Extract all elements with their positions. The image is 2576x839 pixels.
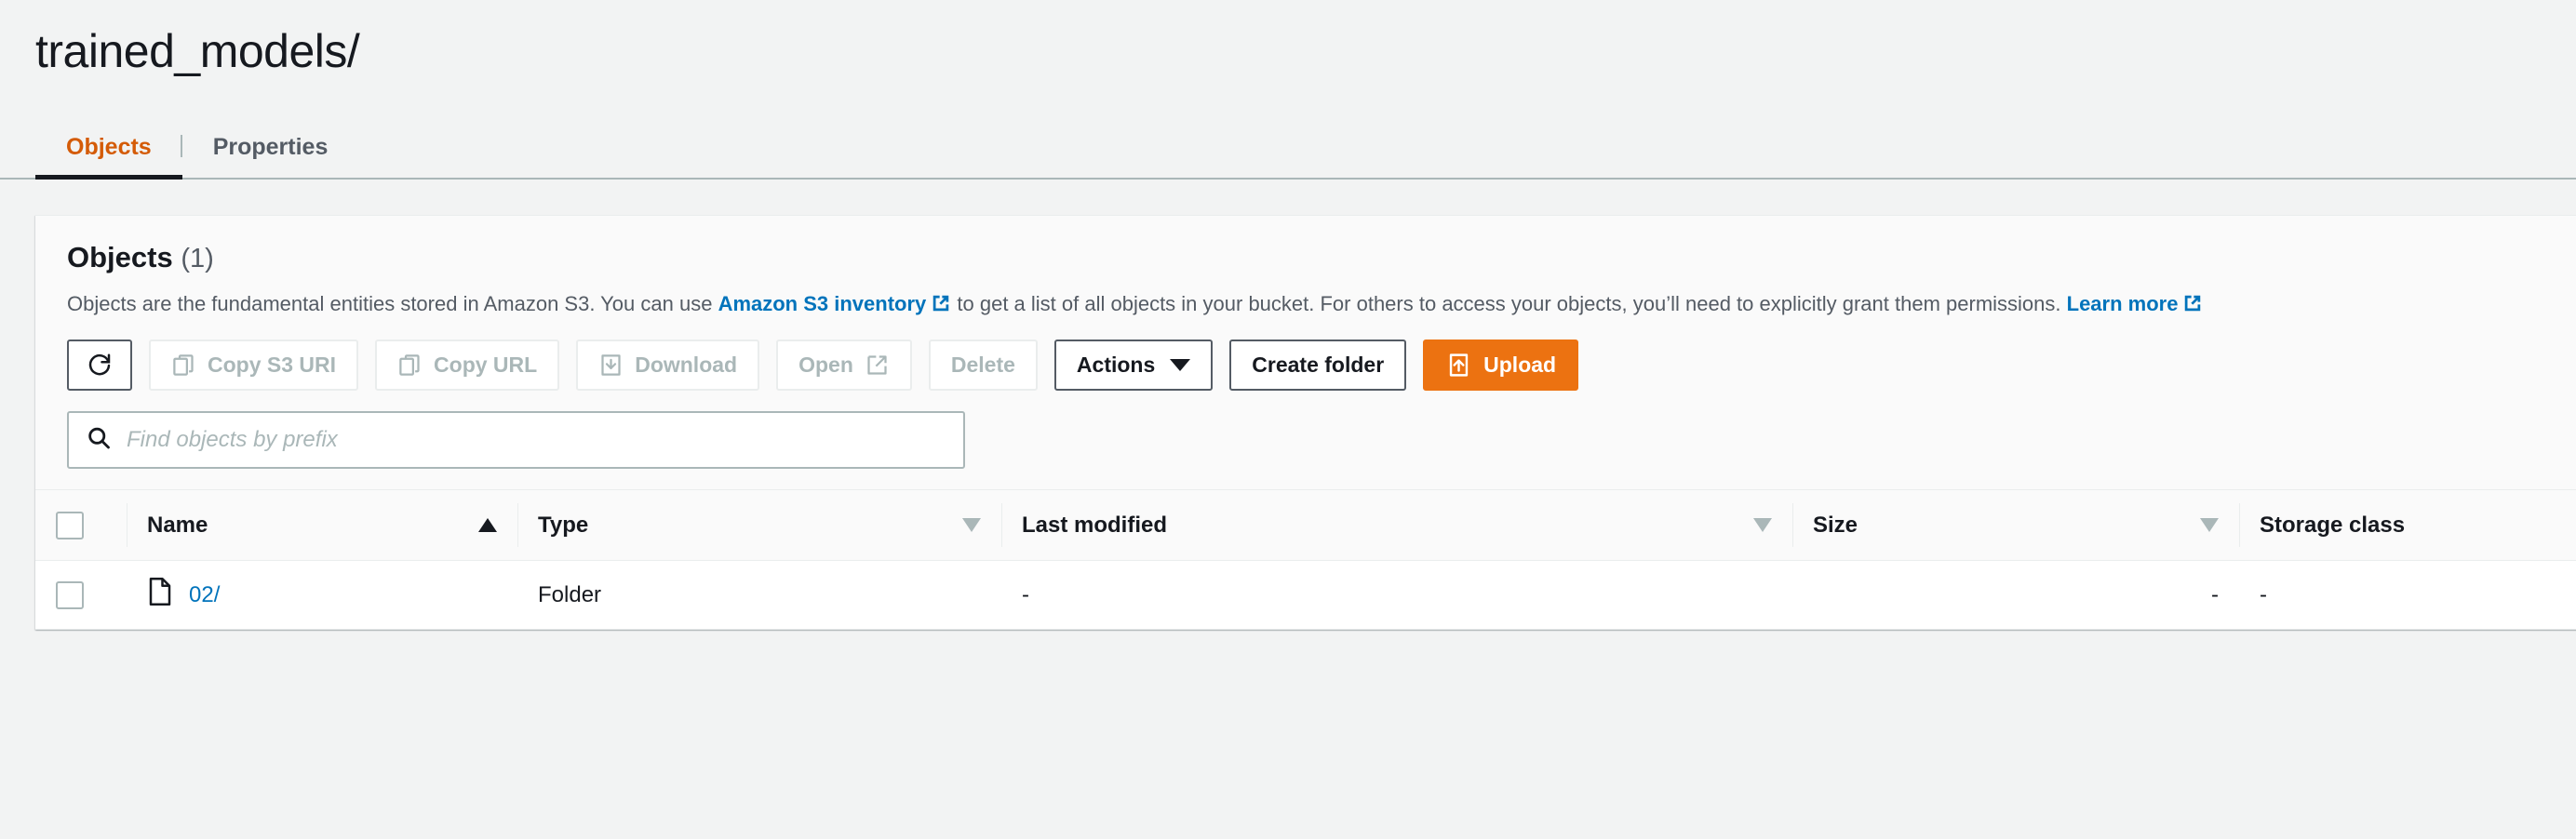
table-header-row: Name Type Last modified Size Storage cla…: [35, 489, 2576, 562]
copy-icon: [397, 353, 423, 378]
external-link-icon: [2182, 292, 2203, 322]
actions-label: Actions: [1076, 353, 1156, 378]
copy-s3-uri-button[interactable]: Copy S3 URI: [149, 340, 359, 392]
select-all-header: [35, 489, 127, 562]
copy-icon: [171, 353, 196, 378]
copy-url-label: Copy URL: [434, 353, 538, 378]
row-select-cell: [35, 560, 127, 631]
objects-count: (1): [181, 243, 214, 273]
sort-descending-icon: [1753, 518, 1772, 533]
objects-description: Objects are the fundamental entities sto…: [67, 289, 2572, 322]
column-header-storage-class-label: Storage class: [2260, 512, 2406, 538]
tab-bar: Objects Properties: [0, 126, 2576, 180]
sort-ascending-icon: [478, 518, 497, 533]
tab-objects-label: Objects: [66, 133, 152, 160]
column-header-type[interactable]: Type: [517, 489, 1001, 562]
table-row: 02/ Folder - - -: [35, 560, 2576, 631]
row-checkbox[interactable]: [56, 580, 84, 609]
tab-objects[interactable]: Objects: [35, 126, 182, 180]
search-container: [67, 411, 965, 470]
column-header-name[interactable]: Name: [127, 489, 517, 562]
search-input[interactable]: [67, 411, 965, 470]
objects-heading: Objects (1): [67, 240, 2572, 275]
external-link-icon: [865, 353, 890, 378]
column-header-storage-class[interactable]: Storage class: [2239, 489, 2576, 562]
upload-button[interactable]: Upload: [1423, 340, 1579, 392]
row-storage-class-cell: -: [2239, 560, 2576, 631]
row-last-modified-cell: -: [1001, 560, 1792, 631]
tab-active-underline: [35, 174, 182, 180]
upload-icon: [1445, 352, 1472, 379]
copy-url-button[interactable]: Copy URL: [375, 340, 560, 392]
learn-more-link[interactable]: Learn more: [2067, 292, 2179, 315]
objects-table-body: 02/ Folder - - -: [35, 560, 2576, 631]
tab-properties[interactable]: Properties: [182, 126, 359, 178]
folder-icon: [147, 578, 173, 612]
download-label: Download: [635, 353, 738, 378]
select-all-checkbox[interactable]: [56, 511, 84, 539]
copy-s3-uri-label: Copy S3 URI: [208, 353, 337, 378]
download-button[interactable]: Download: [576, 340, 760, 392]
column-header-size[interactable]: Size: [1792, 489, 2239, 562]
delete-label: Delete: [950, 353, 1015, 378]
delete-button[interactable]: Delete: [928, 340, 1038, 392]
open-button[interactable]: Open: [776, 340, 912, 392]
upload-label: Upload: [1483, 353, 1557, 378]
external-link-icon: [931, 292, 951, 322]
row-type-cell: Folder: [517, 560, 1001, 631]
column-header-last-modified-label: Last modified: [1022, 512, 1168, 538]
tab-properties-label: Properties: [212, 133, 329, 160]
objects-card: Objects (1) Objects are the fundamental …: [35, 214, 2576, 631]
refresh-icon: [86, 352, 114, 380]
objects-heading-label: Objects: [67, 240, 173, 273]
objects-card-header: Objects (1) Objects are the fundamental …: [35, 215, 2576, 490]
amazon-s3-inventory-link[interactable]: Amazon S3 inventory: [718, 292, 927, 315]
row-name-cell: 02/: [127, 560, 517, 631]
object-name-link[interactable]: 02/: [189, 582, 220, 608]
refresh-button[interactable]: [67, 340, 132, 392]
actions-button[interactable]: Actions: [1053, 340, 1214, 392]
sort-descending-icon: [962, 518, 981, 533]
sort-descending-icon: [2200, 518, 2219, 533]
row-size-cell: -: [1792, 560, 2239, 631]
description-text-1: Objects are the fundamental entities sto…: [67, 292, 718, 316]
page-title: trained_models/: [35, 25, 360, 77]
objects-toolbar: Copy S3 URI Copy URL Download Open Delet…: [67, 340, 2572, 392]
description-text-2: to get a list of all objects in your buc…: [951, 292, 2067, 316]
objects-table-header: Name Type Last modified Size Storage cla…: [35, 489, 2576, 562]
create-folder-label: Create folder: [1252, 353, 1385, 378]
column-header-type-label: Type: [538, 512, 589, 538]
download-icon: [598, 353, 624, 378]
open-label: Open: [798, 353, 853, 378]
objects-table: Name Type Last modified Size Storage cla…: [35, 489, 2576, 631]
column-header-size-label: Size: [1813, 512, 1858, 538]
column-header-last-modified[interactable]: Last modified: [1001, 489, 1792, 562]
create-folder-button[interactable]: Create folder: [1229, 340, 1407, 392]
column-header-name-label: Name: [147, 512, 208, 538]
chevron-down-icon: [1170, 359, 1191, 372]
